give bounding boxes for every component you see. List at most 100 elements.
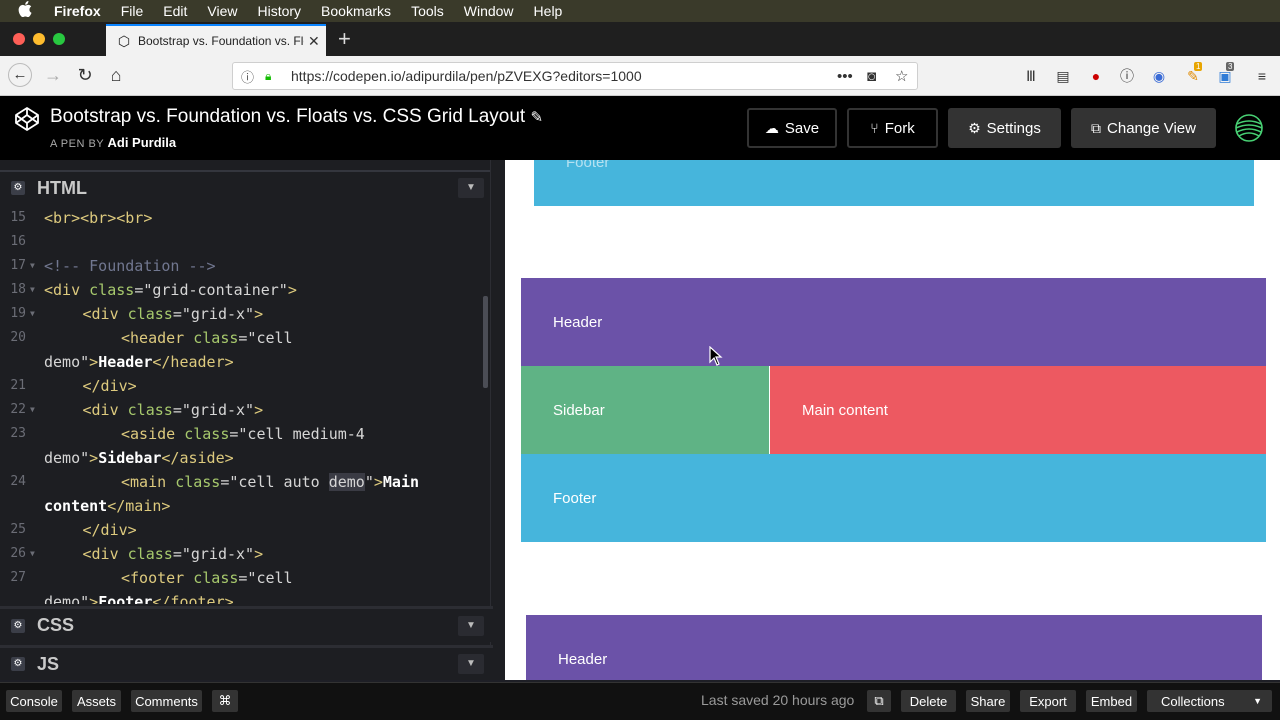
menu-help[interactable]: Help: [534, 3, 563, 19]
hamburger-menu-icon[interactable]: ≡: [1252, 66, 1272, 86]
code-line[interactable]: 20 <header class="cell: [0, 326, 483, 350]
extension-info-icon[interactable]: ⓘ: [1117, 66, 1137, 86]
menu-edit[interactable]: Edit: [163, 3, 187, 19]
code-line[interactable]: 15 <br><br><br>: [0, 206, 483, 230]
author-link[interactable]: Adi Purdila: [108, 135, 177, 150]
code-token: ="cell: [238, 329, 293, 347]
fold-arrow-icon[interactable]: ▼: [30, 254, 35, 278]
code-line[interactable]: 22 ▼ <div class="grid-x">: [0, 398, 483, 422]
code-text: <aside class="cell medium-4: [121, 422, 365, 446]
chevron-down-icon[interactable]: ▼: [458, 615, 484, 636]
delete-button[interactable]: Delete: [901, 690, 956, 712]
code-line[interactable]: demo">Footer</footer>: [0, 590, 483, 604]
edit-pencil-icon[interactable]: ✎: [531, 109, 544, 126]
js-settings-gear-icon[interactable]: ⚙: [11, 657, 25, 671]
code-line[interactable]: demo">Sidebar</aside>: [0, 446, 483, 470]
close-tab-icon[interactable]: ✕: [308, 33, 320, 50]
change-view-button[interactable]: ⧉ Change View: [1071, 108, 1216, 148]
html-settings-gear-icon[interactable]: ⚙: [11, 181, 25, 195]
zoom-window-button[interactable]: [53, 33, 65, 45]
minimize-window-button[interactable]: [33, 33, 45, 45]
browser-tab[interactable]: ⬡ Bootstrap vs. Foundation vs. Flo ✕: [106, 24, 326, 56]
fork-button[interactable]: ⑂ Fork: [847, 108, 938, 148]
css-pane-header[interactable]: ⚙ CSS ▼: [0, 606, 493, 642]
menu-view[interactable]: View: [207, 3, 237, 19]
embed-button[interactable]: Embed: [1086, 690, 1137, 712]
url-text[interactable]: https://codepen.io/adipurdila/pen/pZVEXG…: [291, 68, 642, 84]
extension-red-icon[interactable]: ●: [1086, 66, 1106, 86]
save-button[interactable]: ☁ Save: [747, 108, 837, 148]
css-settings-gear-icon[interactable]: ⚙: [11, 618, 25, 633]
code-line[interactable]: demo">Header</header>: [0, 350, 483, 374]
url-bar[interactable]: ⓘ 🔒︎ https://codepen.io/adipurdila/pen/p…: [232, 62, 918, 90]
reload-icon[interactable]: ↻: [73, 63, 97, 87]
pen-title[interactable]: Bootstrap vs. Foundation vs. Floats vs. …: [50, 106, 543, 128]
chevron-down-icon[interactable]: ▼: [458, 178, 484, 198]
menu-file[interactable]: File: [121, 3, 144, 19]
code-token: Footer: [98, 593, 153, 604]
line-number: 16: [10, 234, 26, 249]
code-line[interactable]: 25 </div>: [0, 518, 483, 542]
codepen-pro-icon[interactable]: [1234, 113, 1264, 143]
back-arrow-icon[interactable]: ←: [8, 63, 32, 87]
info-icon[interactable]: ⓘ: [241, 67, 259, 86]
result-preview[interactable]: Footer Header Sidebar Main content Foote…: [505, 160, 1280, 680]
code-line[interactable]: 19 ▼ <div class="grid-x">: [0, 302, 483, 326]
page-actions-icon[interactable]: •••: [837, 68, 853, 85]
code-line[interactable]: 18 ▼ <div class="grid-container">: [0, 278, 483, 302]
forward-arrow-icon[interactable]: →: [41, 63, 65, 87]
export-button[interactable]: Export: [1020, 690, 1076, 712]
fold-arrow-icon[interactable]: ▼: [30, 542, 35, 566]
pen-title-text[interactable]: Bootstrap vs. Foundation vs. Floats vs. …: [50, 106, 525, 127]
sidebar-icon[interactable]: ▤: [1053, 66, 1073, 86]
new-tab-icon[interactable]: +: [338, 26, 351, 52]
console-button[interactable]: Console: [6, 690, 62, 712]
fold-arrow-icon[interactable]: ▼: [30, 278, 35, 302]
code-line[interactable]: 24 <main class="cell auto demo">Main: [0, 470, 483, 494]
menu-bookmarks[interactable]: Bookmarks: [321, 3, 391, 19]
lock-icon[interactable]: 🔒︎: [265, 69, 281, 84]
code-text: <div class="grid-x">: [83, 542, 264, 566]
bookmark-star-icon[interactable]: ☆: [895, 67, 908, 85]
html-pane-header[interactable]: ⚙ HTML ▼: [0, 170, 493, 204]
code-line[interactable]: 26 ▼ <div class="grid-x">: [0, 542, 483, 566]
menu-window[interactable]: Window: [464, 3, 514, 19]
code-line[interactable]: content</main>: [0, 494, 483, 518]
settings-button[interactable]: ⚙ Settings: [948, 108, 1061, 148]
apple-icon[interactable]: [18, 1, 44, 21]
home-icon[interactable]: ⌂: [104, 63, 128, 87]
close-window-button[interactable]: [13, 33, 25, 45]
assets-button[interactable]: Assets: [72, 690, 121, 712]
code-text: demo">Header</header>: [44, 350, 234, 374]
fork-label: Fork: [884, 119, 915, 137]
line-number: 22: [10, 402, 26, 417]
pocket-icon[interactable]: ◙: [867, 68, 876, 85]
code-token: </main>: [107, 497, 171, 515]
library-icon[interactable]: Ⅲ: [1021, 66, 1041, 86]
code-line[interactable]: 17 ▼ <!-- Foundation -->: [0, 254, 483, 278]
code-line[interactable]: 27 <footer class="cell: [0, 566, 483, 590]
code-token: >: [89, 593, 99, 604]
menu-app[interactable]: Firefox: [54, 3, 101, 19]
js-pane-header[interactable]: ⚙ JS ▼: [0, 645, 493, 680]
pane-resizer[interactable]: [490, 160, 505, 680]
menu-tools[interactable]: Tools: [411, 3, 444, 19]
keyboard-shortcuts-button[interactable]: ⌘: [212, 690, 238, 712]
collections-button[interactable]: Collections ▼: [1147, 690, 1272, 712]
codepen-logo-icon[interactable]: [14, 106, 40, 132]
header-2-label: Header: [558, 650, 608, 668]
fold-arrow-icon[interactable]: ▼: [30, 398, 35, 422]
extension-blue-icon[interactable]: ◉: [1149, 66, 1169, 86]
editor-scrollbar[interactable]: [483, 296, 488, 388]
comments-button[interactable]: Comments: [131, 690, 202, 712]
share-button[interactable]: Share: [966, 690, 1010, 712]
chevron-down-icon[interactable]: ▼: [458, 654, 484, 674]
code-line[interactable]: 21 </div>: [0, 374, 483, 398]
menu-history[interactable]: History: [257, 3, 301, 19]
code-line[interactable]: 23 <aside class="cell medium-4: [0, 422, 483, 446]
html-code-editor[interactable]: 15 <br><br><br> 16 17 ▼ <!-- Foundation --> 18…: [0, 206, 483, 604]
code-line[interactable]: 16: [0, 230, 483, 254]
code-token: class: [193, 329, 239, 347]
open-external-icon[interactable]: ⧉: [867, 690, 891, 712]
fold-arrow-icon[interactable]: ▼: [30, 302, 35, 326]
